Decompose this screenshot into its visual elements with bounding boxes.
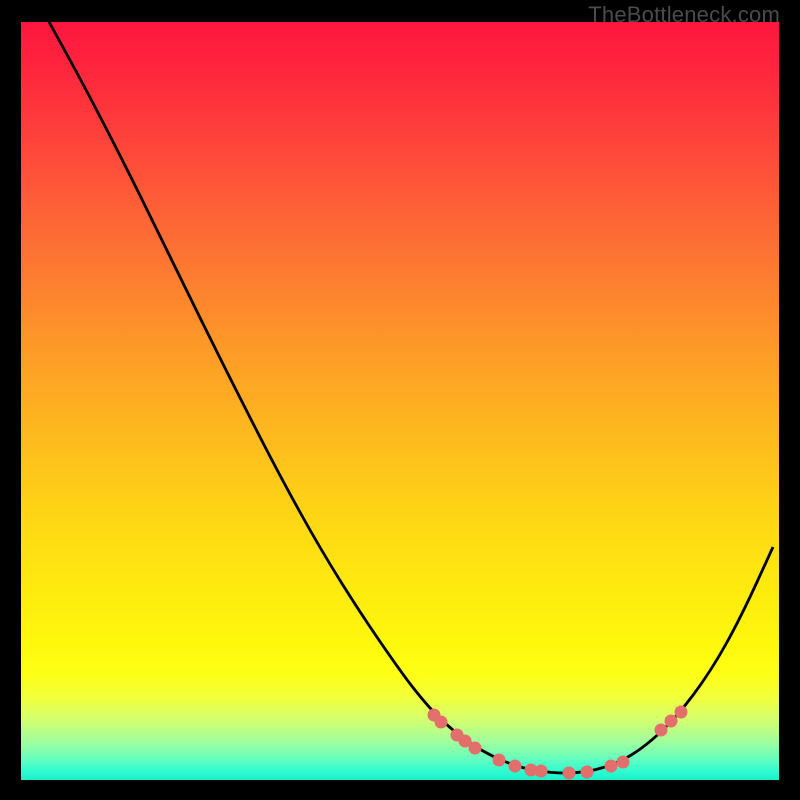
dot: [617, 756, 630, 769]
watermark-text: TheBottleneck.com: [588, 2, 780, 28]
dot: [605, 760, 618, 773]
outer-frame: TheBottleneck.com: [0, 0, 800, 800]
chart-svg: [21, 22, 779, 780]
dot: [493, 754, 506, 767]
dot: [581, 766, 594, 779]
dot: [563, 767, 576, 780]
dot: [535, 765, 548, 778]
dot: [655, 724, 668, 737]
dot: [675, 706, 688, 719]
dot: [469, 742, 482, 755]
dot: [435, 716, 448, 729]
dot: [509, 760, 522, 773]
curve-path: [49, 22, 773, 773]
curve-line: [49, 22, 773, 773]
dot: [665, 715, 678, 728]
